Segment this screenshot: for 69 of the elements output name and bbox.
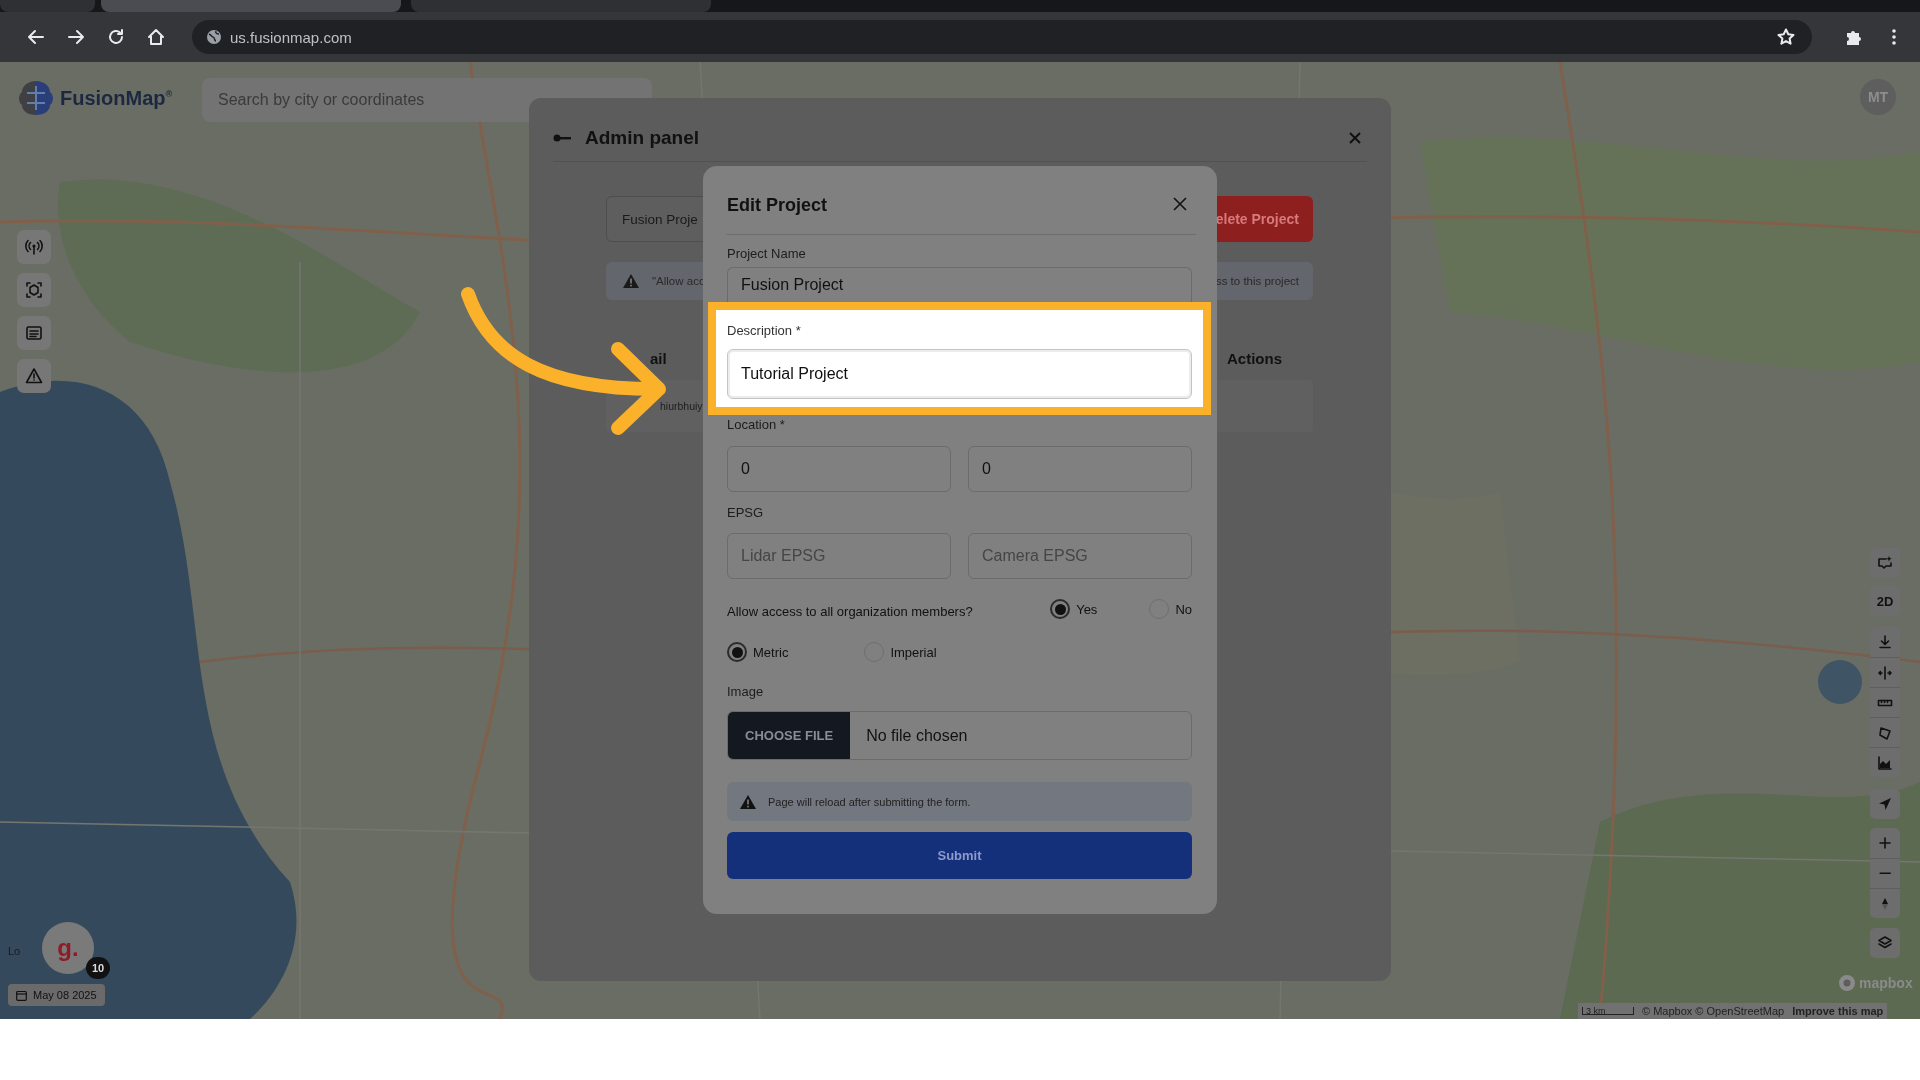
antenna-icon — [25, 238, 43, 256]
field-label: Description * — [727, 323, 802, 339]
field-label: Location * — [727, 417, 786, 433]
panel-title: Admin panel — [585, 126, 700, 149]
cube-scan-button[interactable] — [17, 273, 51, 307]
column-header: ail — [650, 350, 667, 367]
mapbox-logo-icon — [1838, 974, 1856, 992]
question-text: Allow access to all organization members? — [727, 603, 974, 619]
list-icon — [25, 324, 43, 342]
navigation-arrow-icon — [1877, 796, 1893, 812]
url-text: us.fusionmap.com — [230, 28, 353, 46]
brain-logo-icon — [16, 78, 56, 118]
app-logo-text: FusionMap$^{®}$ — [60, 86, 173, 110]
improve-map-link[interactable]: Improve this map — [1792, 1005, 1884, 1017]
zoom-in-icon — [1877, 835, 1893, 851]
reload-icon — [107, 28, 125, 46]
mapbox-logo-text: mapbox — [1859, 975, 1913, 991]
sparkle-chat-icon — [1877, 555, 1893, 571]
table-cell: hiurbhuiy — [660, 400, 703, 412]
list-button[interactable] — [17, 316, 51, 350]
file-picker[interactable]: CHOOSE FILE No file chosen — [727, 711, 1192, 760]
cube-scan-icon — [25, 281, 43, 299]
project-name-field[interactable]: Fusion Project — [727, 267, 1192, 302]
location-field[interactable]: 0 — [968, 446, 1192, 492]
scale-bar: 3 km — [1582, 1007, 1634, 1015]
antenna-button[interactable] — [17, 230, 51, 264]
layers-icon — [1877, 935, 1893, 951]
field-label: Image — [727, 684, 765, 700]
date-text: May 08 2025 — [33, 989, 97, 1001]
field-label: EPSG — [727, 505, 765, 521]
submit-button[interactable]: Submit — [727, 832, 1192, 879]
download-icon — [1877, 634, 1893, 650]
star-icon — [1777, 28, 1795, 46]
epsg-field[interactable]: Lidar EPSG — [727, 533, 951, 579]
back-arrow-icon — [27, 28, 45, 46]
choose-file-button[interactable]: CHOOSE FILE — [728, 712, 851, 759]
home-icon — [147, 28, 165, 46]
file-status-text: No file chosen — [865, 725, 968, 746]
polygon-icon — [1877, 724, 1893, 741]
notice-text: ss to this project — [1215, 275, 1299, 287]
forward-arrow-icon — [67, 28, 85, 46]
column-header: Actions — [1227, 350, 1282, 367]
warning-button[interactable] — [17, 359, 51, 393]
radio-option[interactable]: Yes — [1050, 599, 1098, 619]
close-icon — [1172, 195, 1188, 212]
globe-icon — [206, 29, 222, 45]
radio-option[interactable]: No — [1149, 599, 1192, 619]
area-chart-icon — [1877, 754, 1893, 771]
date-chip[interactable]: May 08 2025 — [8, 984, 105, 1006]
warning-icon — [739, 793, 757, 810]
location-field[interactable]: 0 — [727, 446, 951, 492]
calendar-icon — [16, 989, 27, 1001]
epsg-field[interactable]: Camera EPSG — [968, 533, 1192, 579]
warning-icon — [25, 367, 43, 385]
description-field[interactable]: Tutorial Project — [727, 349, 1192, 399]
key-icon — [553, 132, 571, 143]
radio-option[interactable]: Metric — [727, 642, 789, 662]
notice-text: Page will reload after submitting the form. — [768, 795, 971, 808]
field-label: Project Name — [727, 246, 807, 262]
address-bar[interactable]: us.fusionmap.com — [192, 20, 1812, 54]
image-alt-text: Lo — [8, 945, 21, 957]
view-mode-button[interactable]: 2D — [1870, 586, 1900, 616]
close-icon — [1348, 130, 1362, 145]
radio-option[interactable]: Imperial — [864, 642, 937, 662]
attribution-text: © Mapbox © OpenStreetMap — [1642, 1005, 1785, 1017]
warning-icon — [622, 273, 640, 289]
split-icon — [1877, 664, 1893, 681]
zoom-out-icon — [1878, 872, 1892, 875]
menu-icon — [1891, 28, 1897, 46]
